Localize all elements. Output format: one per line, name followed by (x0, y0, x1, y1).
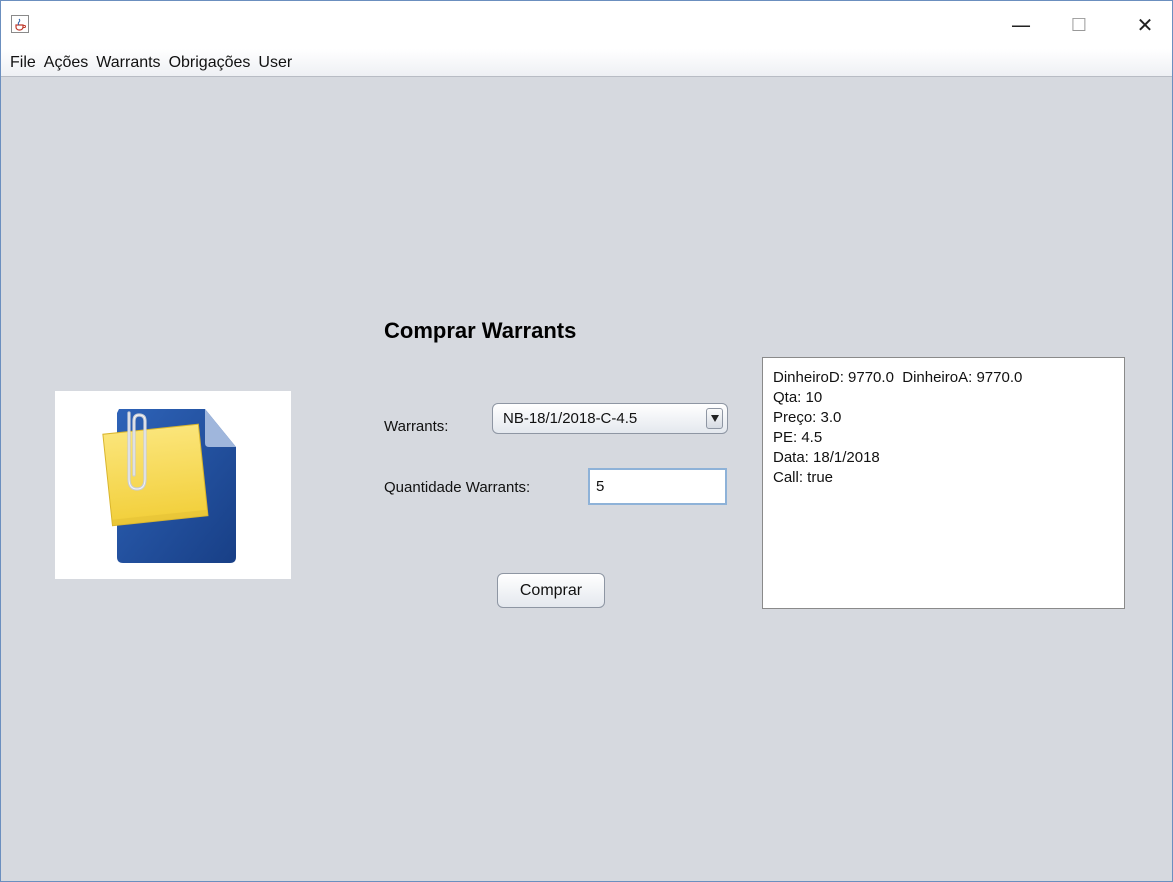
document-with-sticky-note-icon (102, 409, 236, 563)
info-line-call: Call: true (773, 469, 834, 486)
menu-warrants[interactable]: Warrants (92, 49, 164, 77)
buy-button[interactable]: Comprar (497, 573, 605, 608)
info-line-pe: PE: 4.5 (773, 429, 823, 446)
close-button[interactable]: ✕ (1122, 1, 1168, 49)
menu-user[interactable]: User (254, 49, 296, 77)
info-line-date: Data: 18/1/2018 (773, 449, 880, 466)
info-line-balance: DinheiroD: 9770.0 DinheiroA: 9770.0 (773, 369, 1023, 386)
warrant-info-box: DinheiroD: 9770.0 DinheiroA: 9770.0 Qta:… (762, 357, 1125, 609)
triangle-down-icon (710, 415, 719, 422)
dropdown-button[interactable] (706, 408, 723, 429)
info-line-price: Preço: 3.0 (773, 409, 842, 426)
close-icon: ✕ (1136, 13, 1154, 37)
warrants-label: Warrants: (384, 418, 449, 435)
minimize-button[interactable]: — (998, 1, 1044, 49)
maximize-icon: ☐ (1070, 14, 1088, 36)
application-window: — ☐ ✕ File Ações Warrants Obrigações Use… (0, 0, 1173, 882)
minimize-icon: — (1011, 13, 1031, 37)
java-coffee-icon (11, 15, 29, 33)
menu-obrigacoes[interactable]: Obrigações (165, 49, 255, 77)
page-title: Comprar Warrants (384, 318, 577, 343)
quantity-input[interactable] (588, 468, 727, 505)
menu-acoes[interactable]: Ações (40, 49, 92, 77)
info-line-quantity: Qta: 10 (773, 389, 823, 406)
menu-file[interactable]: File (6, 49, 40, 77)
main-panel: Comprar Warrants Warrants: NB-18/1/2018-… (1, 78, 1172, 881)
maximize-button[interactable]: ☐ (1056, 1, 1102, 49)
title-bar: — ☐ ✕ (1, 1, 1172, 49)
menu-bar: File Ações Warrants Obrigações User (1, 49, 1172, 77)
warrants-dropdown[interactable]: NB-18/1/2018-C-4.5 (492, 403, 728, 434)
logo-image (55, 391, 291, 579)
quantity-label: Quantidade Warrants: (384, 479, 531, 496)
warrants-selected-value: NB-18/1/2018-C-4.5 (503, 410, 638, 427)
